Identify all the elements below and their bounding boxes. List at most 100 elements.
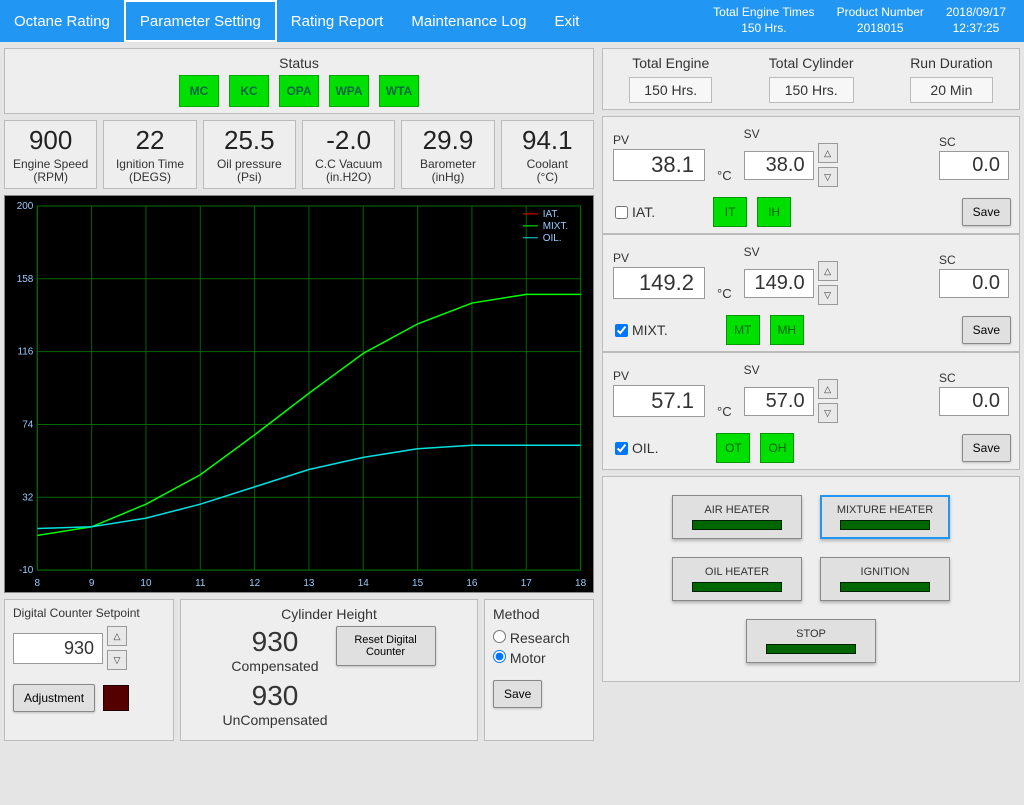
big-buttons-panel: AIR HEATER MIXTURE HEATER OIL HEATER IGNITI… — [602, 476, 1020, 682]
adjustment-button[interactable]: Adjustment — [13, 684, 95, 712]
header-time: 12:37:25 — [946, 21, 1006, 37]
method-research[interactable]: Research — [493, 630, 585, 646]
compensated-value: 930 — [222, 626, 327, 658]
reset-counter-button[interactable]: Reset Digital Counter — [336, 626, 436, 666]
sv-up-button[interactable]: △ — [818, 261, 838, 281]
save-button[interactable]: Save — [962, 434, 1011, 462]
sv-up-button[interactable]: △ — [818, 379, 838, 399]
pv-value: 38.1 — [613, 149, 705, 181]
btn-ot[interactable]: OT — [716, 433, 750, 463]
save-button[interactable]: Save — [962, 198, 1011, 226]
svg-text:12: 12 — [249, 578, 261, 589]
btn-mh[interactable]: MH — [770, 315, 804, 345]
uncompensated-label: UnCompensated — [222, 712, 327, 728]
led-bar — [692, 582, 782, 592]
header-date: 2018/09/17 — [946, 5, 1006, 21]
svg-text:MIXT.: MIXT. — [543, 221, 568, 232]
adjustment-led — [103, 685, 129, 711]
big-btn-air-heater[interactable]: AIR HEATER — [672, 495, 802, 539]
method-save-button[interactable]: Save — [493, 680, 542, 708]
gauge-engine-speed: 900Engine Speed(RPM) — [4, 120, 97, 189]
svg-text:OIL.: OIL. — [543, 233, 562, 244]
gauge-coolant: 94.1Coolant(°C) — [501, 120, 594, 189]
method-title: Method — [493, 606, 585, 622]
gauge-c-c-vacuum: -2.0C.C Vacuum(in.H2O) — [302, 120, 395, 189]
product-number-label: Product Number — [837, 5, 924, 21]
led-bar — [766, 644, 856, 654]
status-wta: WTA — [379, 75, 419, 107]
dc-down-button[interactable]: ▽ — [107, 650, 127, 670]
total-cylinder-label: Total Cylinder — [769, 55, 854, 71]
big-btn-stop[interactable]: STOP — [746, 619, 876, 663]
header-info: Total Engine Times150 Hrs. Product Numbe… — [713, 5, 1024, 36]
enable-checkbox[interactable]: IAT. — [615, 204, 655, 220]
product-number: 2018015 — [837, 21, 924, 37]
run-duration-label: Run Duration — [910, 55, 993, 71]
menu-item-maintenance-log[interactable]: Maintenance Log — [397, 0, 540, 42]
status-mc: MC — [179, 75, 219, 107]
gauge-ignition-time: 22Ignition Time(DEGS) — [103, 120, 196, 189]
method-motor[interactable]: Motor — [493, 650, 585, 666]
dc-label: Digital Counter Setpoint — [13, 606, 165, 620]
total-engine-times-label: Total Engine Times — [713, 5, 814, 21]
pv-value: 149.2 — [613, 267, 705, 299]
sc-value: 0.0 — [939, 387, 1009, 416]
svg-text:10: 10 — [140, 578, 152, 589]
sv-down-button[interactable]: ▽ — [818, 167, 838, 187]
svg-text:158: 158 — [17, 274, 34, 285]
gauge-barometer: 29.9Barometer(inHg) — [401, 120, 494, 189]
main-menu: Octane RatingParameter SettingRating Rep… — [0, 0, 593, 42]
status-panel: Status MCKCOPAWPAWTA — [4, 48, 594, 114]
big-btn-ignition[interactable]: IGNITION — [820, 557, 950, 601]
gauge-oil-pressure: 25.5Oil pressure(Psi) — [203, 120, 296, 189]
btn-mt[interactable]: MT — [726, 315, 760, 345]
sv-up-button[interactable]: △ — [818, 143, 838, 163]
status-title: Status — [13, 55, 585, 71]
btn-ih[interactable]: IH — [757, 197, 791, 227]
save-button[interactable]: Save — [962, 316, 1011, 344]
status-wpa: WPA — [329, 75, 369, 107]
svg-text:18: 18 — [575, 578, 587, 589]
card-oil: PV57.1°CSV57.0△▽SC0.0 OIL.OTOHSave — [602, 352, 1020, 470]
svg-text:17: 17 — [521, 578, 533, 589]
big-btn-mixture-heater[interactable]: MIXTURE HEATER — [820, 495, 950, 539]
menu-item-parameter-setting[interactable]: Parameter Setting — [124, 0, 277, 42]
svg-text:32: 32 — [22, 493, 34, 504]
card-iat: PV38.1°CSV38.0△▽SC0.0 IAT.ITIHSave — [602, 116, 1020, 234]
enable-checkbox[interactable]: OIL. — [615, 440, 658, 456]
svg-text:16: 16 — [466, 578, 478, 589]
svg-text:74: 74 — [22, 420, 34, 431]
sv-value[interactable]: 149.0 — [744, 269, 814, 298]
method-panel: Method Research Motor Save — [484, 599, 594, 741]
svg-text:8: 8 — [35, 578, 41, 589]
status-kc: KC — [229, 75, 269, 107]
svg-text:200: 200 — [17, 201, 34, 212]
svg-text:9: 9 — [89, 578, 95, 589]
svg-text:-10: -10 — [19, 565, 34, 576]
sc-value: 0.0 — [939, 269, 1009, 298]
sv-down-button[interactable]: ▽ — [818, 403, 838, 423]
dc-up-button[interactable]: △ — [107, 626, 127, 646]
total-engine-label: Total Engine — [629, 55, 712, 71]
uncompensated-value: 930 — [222, 680, 327, 712]
btn-oh[interactable]: OH — [760, 433, 794, 463]
cylinder-title: Cylinder Height — [189, 606, 469, 622]
big-btn-oil-heater[interactable]: OIL HEATER — [672, 557, 802, 601]
total-cylinder-val: 150 Hrs. — [769, 77, 854, 103]
menu-item-rating-report[interactable]: Rating Report — [277, 0, 398, 42]
sc-value: 0.0 — [939, 151, 1009, 180]
led-bar — [840, 582, 930, 592]
enable-checkbox[interactable]: MIXT. — [615, 322, 668, 338]
menu-item-octane-rating[interactable]: Octane Rating — [0, 0, 124, 42]
sv-value[interactable]: 57.0 — [744, 387, 814, 416]
menu-item-exit[interactable]: Exit — [540, 0, 593, 42]
run-duration-val: 20 Min — [910, 77, 993, 103]
card-mixt: PV149.2°CSV149.0△▽SC0.0 MIXT.MTMHSave — [602, 234, 1020, 352]
svg-text:13: 13 — [303, 578, 315, 589]
led-bar — [840, 520, 930, 530]
led-bar — [692, 520, 782, 530]
sv-down-button[interactable]: ▽ — [818, 285, 838, 305]
sv-value[interactable]: 38.0 — [744, 151, 814, 180]
btn-it[interactable]: IT — [713, 197, 747, 227]
dc-value[interactable]: 930 — [13, 633, 103, 664]
